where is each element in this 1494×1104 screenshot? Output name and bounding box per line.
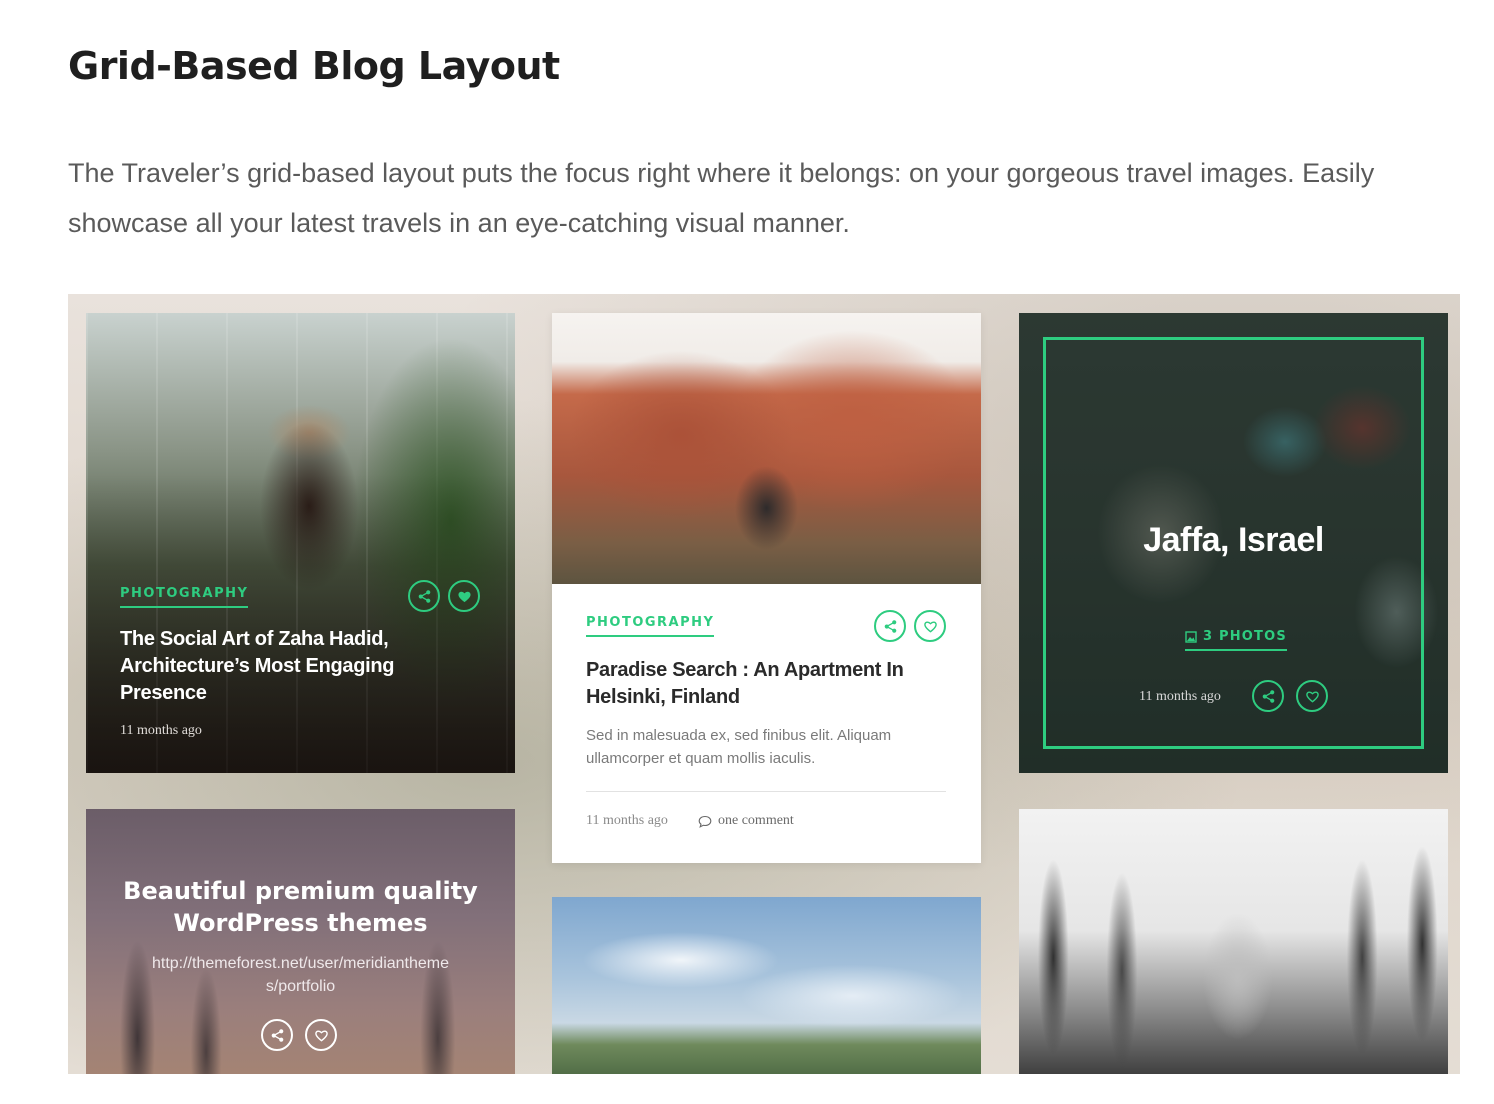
comment-icon	[698, 815, 712, 828]
heart-outline-icon[interactable]	[305, 1019, 337, 1051]
post-time: 11 months ago	[1139, 689, 1221, 704]
post-card-paradise-search[interactable]: PHOTOGRAPHY Paradise Search : An Apartme…	[552, 313, 981, 863]
share-icon[interactable]	[1252, 680, 1284, 712]
gallery-card-jaffa[interactable]: Jaffa, Israel 3 PHOTOS 11 months ago	[1019, 313, 1448, 773]
post-card-landscape[interactable]	[552, 897, 981, 1074]
heart-icon[interactable]	[448, 580, 480, 612]
heart-outline-icon[interactable]	[1296, 680, 1328, 712]
promo-title: Beautiful premium quality WordPress them…	[123, 877, 478, 937]
promo-url-link[interactable]: http://themeforest.net/user/meridianthem…	[150, 952, 451, 998]
heart-outline-icon[interactable]	[914, 610, 946, 642]
gallery-title-link[interactable]: Jaffa, Israel	[1019, 521, 1448, 560]
post-card-buddha[interactable]	[1019, 809, 1448, 1074]
blog-grid-preview: PHOTOGRAPHY The Social Art of Zaha Hadid…	[68, 294, 1460, 1074]
post-time: 11 months ago	[120, 723, 202, 738]
post-image-sky-landscape	[552, 897, 981, 1074]
photo-count-label: 3 PHOTOS	[1203, 629, 1287, 644]
share-icon[interactable]	[408, 580, 440, 612]
post-category-link[interactable]: PHOTOGRAPHY	[120, 586, 249, 608]
share-icon[interactable]	[874, 610, 906, 642]
post-comments-link[interactable]: one comment	[698, 813, 794, 829]
share-icon[interactable]	[261, 1019, 293, 1051]
post-excerpt: Sed in malesuada ex, sed finibus elit. A…	[586, 727, 892, 767]
post-title-link[interactable]: Paradise Search : An Apartment In Helsin…	[586, 657, 936, 711]
promo-card[interactable]: Beautiful premium quality WordPress them…	[86, 809, 515, 1074]
post-divider	[586, 791, 946, 792]
post-image-buddha-ruins	[1019, 809, 1448, 1074]
post-time: 11 months ago	[586, 813, 668, 828]
image-icon	[1185, 630, 1197, 643]
post-image-mountain-hiker	[552, 313, 981, 584]
post-card-zaha-hadid[interactable]: PHOTOGRAPHY The Social Art of Zaha Hadid…	[86, 313, 515, 773]
gallery-photo-count[interactable]: 3 PHOTOS	[1185, 629, 1287, 651]
section-heading: Grid-Based Blog Layout	[68, 44, 560, 88]
post-title-link[interactable]: The Social Art of Zaha Hadid, Architectu…	[120, 626, 440, 707]
post-category-link[interactable]: PHOTOGRAPHY	[586, 615, 715, 637]
comments-label: one comment	[718, 813, 794, 828]
section-intro: The Traveler’s grid-based layout puts th…	[68, 158, 1375, 238]
promo-image-palms	[86, 809, 515, 1074]
